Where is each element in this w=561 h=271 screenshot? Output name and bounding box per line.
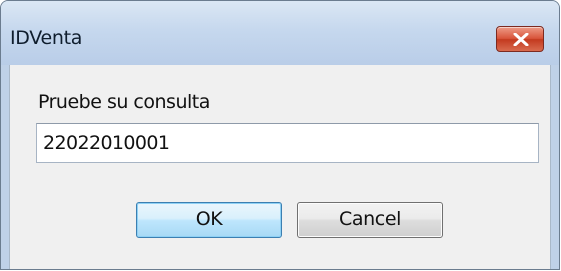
title-bar[interactable]: IDVenta <box>1 1 559 65</box>
prompt-label: Pruebe su consulta <box>38 91 210 113</box>
input-dialog-window: IDVenta Pruebe su consulta OK Cancel <box>0 0 560 270</box>
query-input[interactable] <box>36 123 539 163</box>
dialog-body: Pruebe su consulta OK Cancel <box>9 65 551 269</box>
cancel-button[interactable]: Cancel <box>297 202 443 238</box>
close-button[interactable] <box>496 26 544 52</box>
window-title: IDVenta <box>10 27 83 49</box>
ok-button[interactable]: OK <box>136 202 282 238</box>
close-icon <box>513 33 529 46</box>
